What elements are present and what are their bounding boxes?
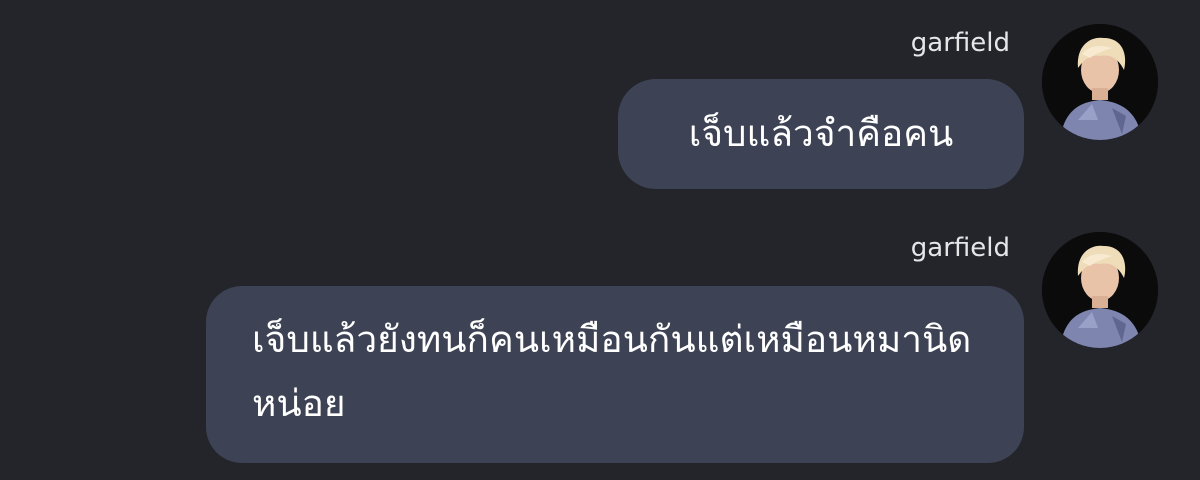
profile-photo-icon (1042, 232, 1158, 348)
sender-name: garfield (910, 233, 1010, 263)
avatar[interactable] (1042, 232, 1158, 348)
sender-name: garfield (910, 28, 1010, 58)
message-bubble[interactable]: เจ็บแล้วจำคือคน (618, 79, 1024, 189)
avatar[interactable] (1042, 24, 1158, 140)
message-bubble[interactable]: เจ็บแล้วยังทนก็คนเหมือนกันแต่เหมือนหมานิ… (206, 286, 1024, 463)
profile-photo-icon (1042, 24, 1158, 140)
chat-thread: garfield เจ็บแล้วจำคือคน garfield เจ็บแล… (0, 0, 1200, 480)
message-text: เจ็บแล้วจำคือคน (688, 112, 954, 155)
message-text: เจ็บแล้วยังทนก็คนเหมือนกันแต่เหมือนหมานิ… (252, 318, 972, 425)
